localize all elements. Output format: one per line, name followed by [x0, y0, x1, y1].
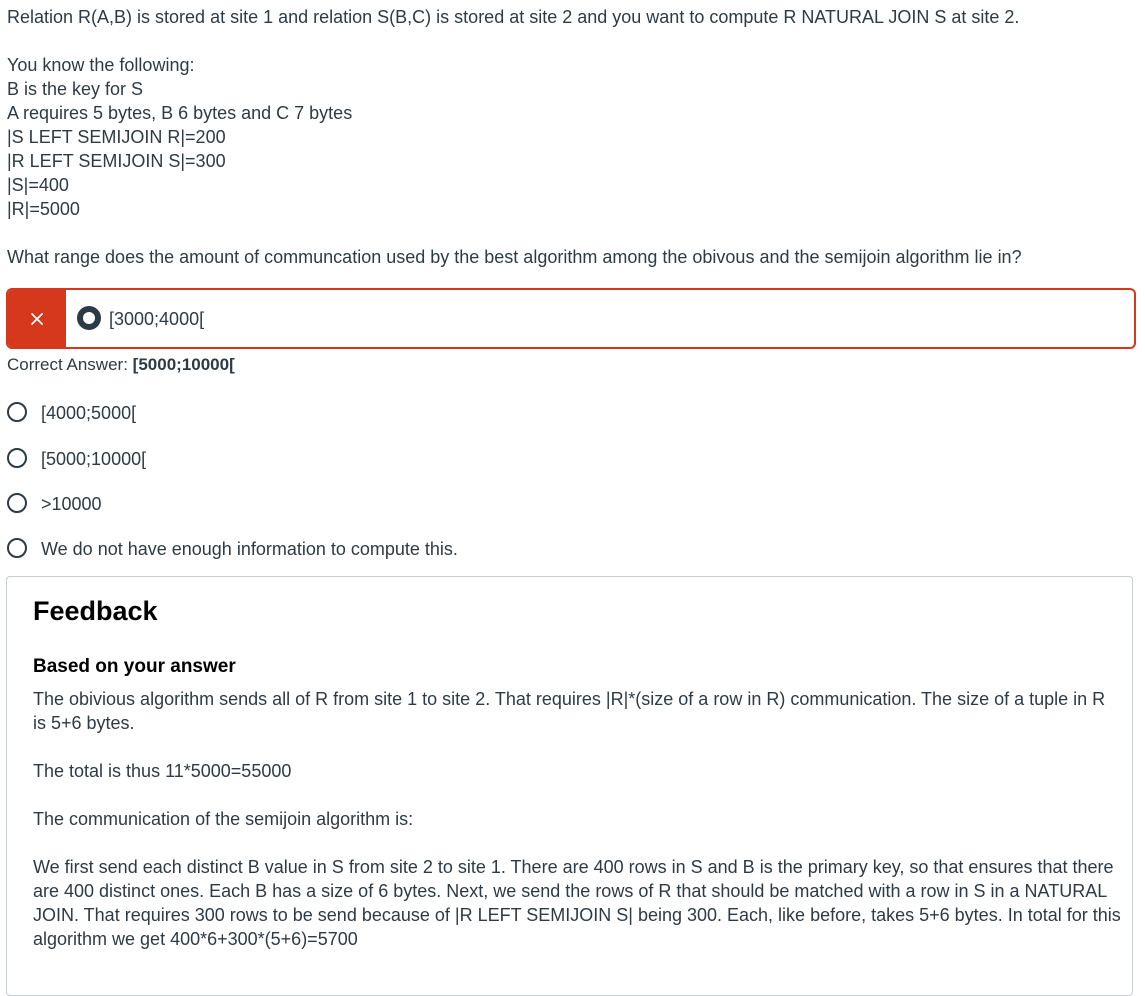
selected-radio[interactable]: [77, 306, 101, 330]
option-radio[interactable]: [7, 493, 27, 513]
fact-item: |R|=5000: [7, 199, 80, 219]
option-label: >10000: [41, 494, 102, 514]
known-header: You know the following:: [7, 55, 195, 75]
option-radio[interactable]: [7, 402, 27, 422]
feedback-subtitle: Based on your answer: [33, 656, 236, 677]
fact-item: |S|=400: [7, 175, 69, 195]
feedback-paragraph: We first send each distinct B value in S…: [33, 857, 1121, 949]
correct-answer-prefix: Correct Answer:: [7, 355, 128, 374]
fact-item: B is the key for S: [7, 79, 144, 99]
question-intro: Relation R(A,B) is stored at site 1 and …: [7, 7, 1020, 27]
feedback-panel: Feedback Based on your answer The obivio…: [6, 576, 1133, 996]
feedback-paragraph: The total is thus 11*5000=55000: [33, 761, 292, 781]
question-prompt: What range does the amount of communcati…: [7, 247, 1022, 267]
feedback-paragraph: The communication of the semijoin algori…: [33, 809, 414, 829]
feedback-paragraph: The obivious algorithm sends all of R fr…: [33, 689, 1106, 733]
fact-item: A requires 5 bytes, B 6 bytes and C 7 by…: [7, 103, 353, 123]
fact-item: |S LEFT SEMIJOIN R|=200: [7, 127, 226, 147]
option-radio[interactable]: [7, 538, 27, 558]
selected-answer-label: [3000;4000[: [109, 309, 205, 329]
option-radio[interactable]: [7, 448, 27, 468]
fact-item: |R LEFT SEMIJOIN S|=300: [7, 151, 226, 171]
close-icon: [31, 312, 43, 325]
option-label: [5000;10000[: [41, 449, 147, 469]
option-label: [4000;5000[: [41, 403, 137, 423]
selected-answer-incorrect: [3000;4000[: [6, 288, 1136, 349]
feedback-title: Feedback: [33, 596, 158, 626]
incorrect-marker: [8, 290, 66, 347]
option-label: We do not have enough information to com…: [41, 539, 458, 559]
correct-answer-value: [5000;10000[: [132, 355, 235, 374]
correct-answer-row: Correct Answer: [5000;10000[: [7, 353, 235, 377]
